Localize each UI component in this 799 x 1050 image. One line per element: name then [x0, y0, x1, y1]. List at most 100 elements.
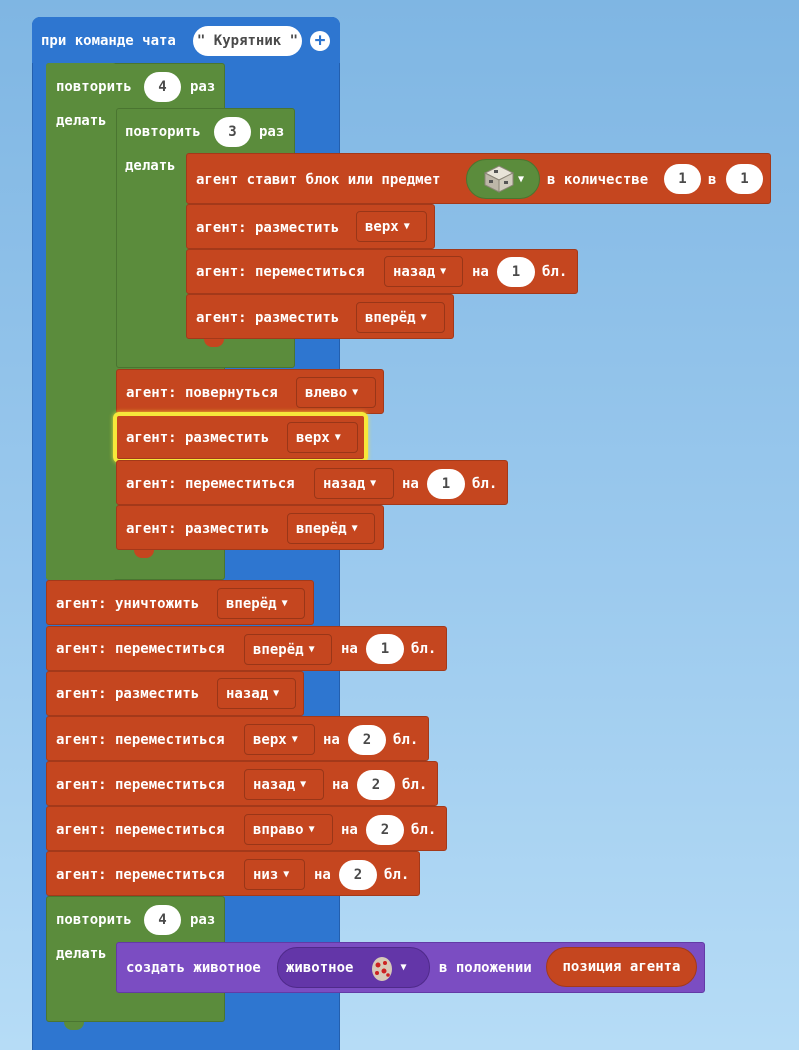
- chevron-down-icon: ▼: [300, 779, 307, 790]
- direction-value: вперёд: [226, 595, 277, 612]
- loop-outer-repeat-label: повторить: [56, 79, 132, 95]
- direction-dropdown[interactable]: верх ▼: [356, 211, 427, 242]
- loop-outer-do-label: делать: [56, 113, 107, 129]
- block-label: агент: переместиться: [56, 732, 225, 748]
- spawn-label: создать животное: [126, 960, 261, 976]
- chevron-down-icon: ▼: [273, 688, 280, 699]
- direction-dropdown[interactable]: вперёд ▼: [356, 302, 445, 333]
- chevron-down-icon: ▼: [440, 266, 447, 277]
- amount-input[interactable]: 1: [427, 469, 465, 499]
- direction-value: вправо: [253, 821, 304, 838]
- block-label: агент: переместиться: [56, 867, 225, 883]
- chevron-down-icon: ▼: [308, 824, 315, 835]
- plus-circle-icon[interactable]: +: [310, 31, 330, 51]
- direction-dropdown[interactable]: вперёд ▼: [287, 513, 375, 544]
- loop-inner-times-label: раз: [259, 124, 285, 140]
- on-label: на: [323, 732, 340, 748]
- direction-value: влево: [305, 384, 348, 401]
- direction-dropdown[interactable]: назад ▼: [244, 769, 324, 800]
- loop-last-do-label: делать: [56, 946, 107, 962]
- animal-value: животное: [286, 959, 354, 976]
- loop-outer-count[interactable]: 4: [144, 72, 181, 102]
- on-label: на: [332, 777, 349, 793]
- block-label: агент: повернуться: [126, 385, 278, 401]
- direction-value: вперёд: [253, 641, 304, 658]
- chevron-down-icon: ▼: [420, 312, 427, 323]
- chevron-down-icon: ▼: [370, 478, 377, 489]
- event-label: при команде чата: [41, 33, 176, 49]
- direction-value: назад: [323, 475, 366, 492]
- on-label: на: [341, 641, 358, 657]
- chevron-down-icon: ▼: [281, 598, 288, 609]
- place-block-label: агент ставит блок или предмет: [196, 172, 441, 188]
- loop-last-times-label: раз: [190, 912, 216, 928]
- direction-dropdown[interactable]: влево ▼: [296, 377, 376, 408]
- block-label: агент: уничтожить: [56, 596, 200, 612]
- direction-dropdown[interactable]: вперёд ▼: [217, 588, 305, 619]
- block-label: агент: разместить: [126, 521, 270, 537]
- block-label: агент: разместить: [196, 310, 340, 326]
- agent-position-reporter[interactable]: позиция агента: [546, 947, 697, 987]
- direction-dropdown[interactable]: низ ▼: [244, 859, 305, 890]
- amount-input[interactable]: 2: [366, 815, 404, 845]
- direction-value: вперёд: [365, 309, 416, 326]
- direction-value: низ: [253, 866, 279, 883]
- direction-dropdown[interactable]: вперёд ▼: [244, 634, 332, 665]
- direction-dropdown[interactable]: назад ▼: [384, 256, 463, 287]
- chevron-down-icon: ▼: [352, 387, 359, 398]
- place-block-qty[interactable]: 1: [664, 164, 701, 194]
- direction-value: верх: [365, 218, 399, 235]
- direction-dropdown[interactable]: вправо ▼: [244, 814, 333, 845]
- unit-label: бл.: [402, 777, 428, 793]
- block-label: агент: переместиться: [56, 641, 225, 657]
- direction-value: назад: [226, 685, 269, 702]
- chevron-down-icon: ▼: [403, 221, 410, 232]
- chevron-down-icon: ▼: [400, 962, 407, 973]
- direction-value: верх: [253, 731, 287, 748]
- place-block-in-label: в: [708, 172, 717, 188]
- animal-dropdown[interactable]: животное ▼: [277, 947, 430, 988]
- direction-dropdown[interactable]: верх ▼: [244, 724, 315, 755]
- repeat-loop-outer-spine: [46, 63, 116, 580]
- direction-value: вперёд: [296, 520, 347, 537]
- chevron-down-icon: ▼: [291, 734, 298, 745]
- direction-value: назад: [393, 263, 436, 280]
- loop-last-count[interactable]: 4: [144, 905, 181, 935]
- on-label: на: [341, 822, 358, 838]
- unit-label: бл.: [411, 641, 437, 657]
- direction-dropdown[interactable]: назад ▼: [217, 678, 296, 709]
- unit-label: бл.: [411, 822, 437, 838]
- unit-label: бл.: [384, 867, 410, 883]
- unit-label: бл.: [542, 264, 568, 280]
- block-label: агент: разместить: [56, 686, 200, 702]
- chicken-egg-icon: [369, 954, 395, 982]
- block-item-icon[interactable]: ▼: [466, 159, 540, 199]
- amount-input[interactable]: 2: [357, 770, 395, 800]
- block-label: агент: переместиться: [196, 264, 365, 280]
- direction-value: назад: [253, 776, 296, 793]
- block-label: агент: разместить: [196, 220, 340, 236]
- spawn-pos-label: в положении: [439, 960, 532, 976]
- amount-input[interactable]: 1: [366, 634, 404, 664]
- amount-input[interactable]: 2: [348, 725, 386, 755]
- amount-input[interactable]: 2: [339, 860, 377, 890]
- loop-outer-times-label: раз: [190, 79, 216, 95]
- selected-block-highlight: [113, 412, 368, 463]
- block-label: агент: переместиться: [126, 476, 295, 492]
- direction-dropdown[interactable]: назад ▼: [314, 468, 394, 499]
- on-label: на: [472, 264, 489, 280]
- unit-label: бл.: [393, 732, 419, 748]
- unit-label: бл.: [472, 476, 498, 492]
- agent-position-label: позиция агента: [562, 959, 681, 975]
- on-label: на: [314, 867, 331, 883]
- chat-command-input[interactable]: " Курятник ": [193, 26, 302, 56]
- chevron-down-icon: ▼: [308, 644, 315, 655]
- loop-last-repeat-label: повторить: [56, 912, 132, 928]
- block-label: агент: переместиться: [56, 822, 225, 838]
- amount-input[interactable]: 1: [497, 257, 535, 287]
- place-block-qty-label: в количестве: [547, 172, 649, 188]
- place-block-slot[interactable]: 1: [726, 164, 763, 194]
- chevron-down-icon: ▼: [351, 523, 358, 534]
- loop-inner-count[interactable]: 3: [214, 117, 251, 147]
- on-label: на: [402, 476, 419, 492]
